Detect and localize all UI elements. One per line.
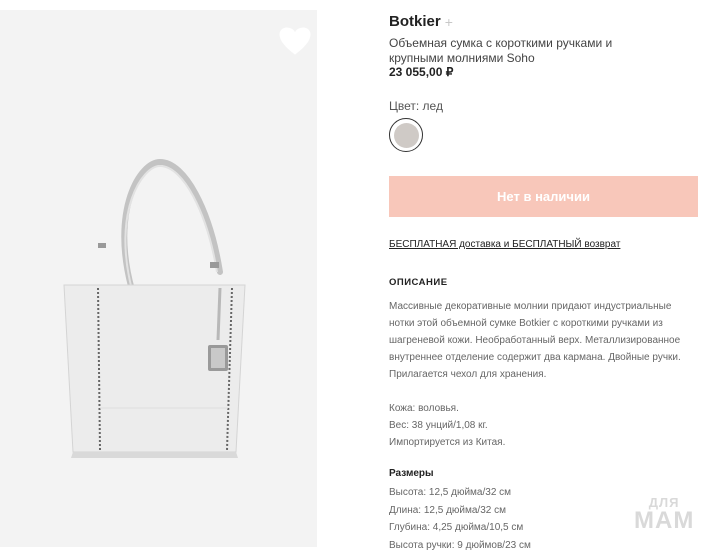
size-height: Высота: 12,5 дюйма/32 см (389, 484, 531, 502)
color-swatch-fill (394, 123, 419, 148)
follow-brand-icon[interactable]: + (445, 15, 453, 29)
sizes-title: Размеры (389, 468, 434, 479)
product-image[interactable] (0, 10, 317, 547)
size-depth: Глубина: 4,25 дюйма/10,5 см (389, 519, 531, 537)
color-label: Цвет: лед (389, 99, 443, 113)
heart-icon[interactable] (278, 26, 312, 56)
size-length: Длина: 12,5 дюйма/32 см (389, 502, 531, 520)
bag-illustration (40, 140, 280, 470)
product-title: Объемная сумка с короткими ручками и кру… (389, 36, 649, 66)
watermark-bottom: МАМ (634, 509, 694, 533)
description-text: Массивные декоративные молнии придают ин… (389, 298, 689, 383)
brand-row: Botkier + (389, 13, 453, 30)
spec-origin: Импортируется из Китая. (389, 434, 505, 451)
spec-weight: Вес: 38 унций/1,08 кг. (389, 417, 505, 434)
watermark-logo: ДЛЯ МАМ (634, 496, 694, 533)
color-swatch[interactable] (389, 118, 423, 152)
specs: Кожа: воловья. Вес: 38 унций/1,08 кг. Им… (389, 400, 505, 451)
out-of-stock-button[interactable]: Нет в наличии (389, 176, 698, 217)
description-title: ОПИСАНИЕ (389, 277, 448, 288)
brand-name[interactable]: Botkier (389, 13, 441, 30)
spec-material: Кожа: воловья. (389, 400, 505, 417)
sizes-list: Высота: 12,5 дюйма/32 см Длина: 12,5 дюй… (389, 484, 531, 554)
product-price: 23 055,00 ₽ (389, 65, 453, 79)
shipping-link[interactable]: БЕСПЛАТНАЯ доставка и БЕСПЛАТНЫЙ возврат (389, 239, 620, 250)
size-handle-height: Высота ручки: 9 дюймов/23 см (389, 537, 531, 554)
